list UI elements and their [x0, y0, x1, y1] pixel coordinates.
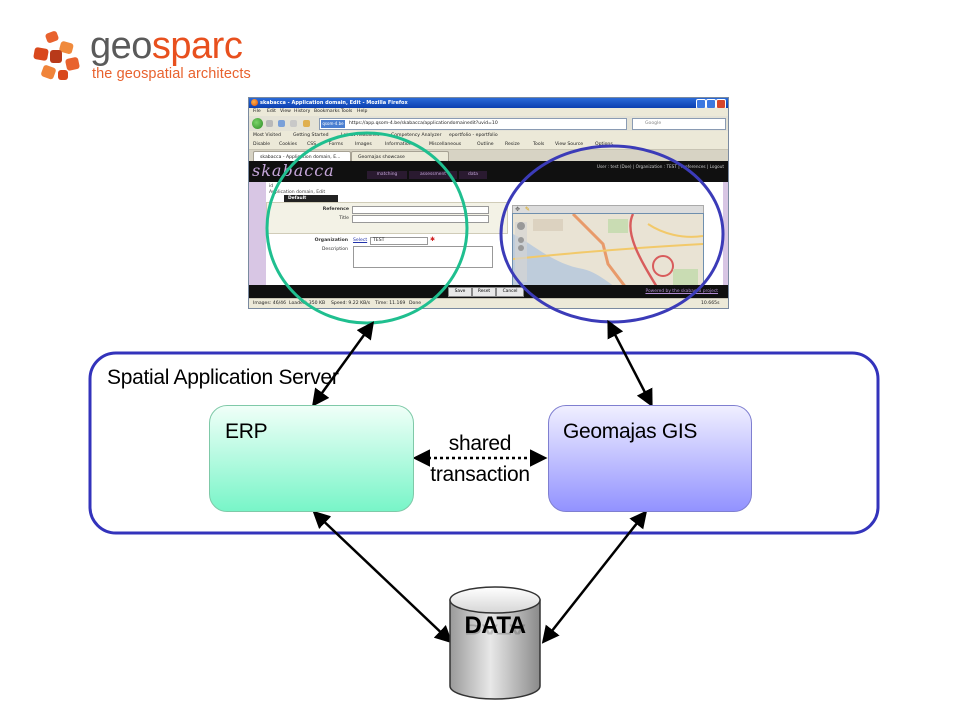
database-cylinder-icon: [449, 586, 541, 700]
arrow-ui-erp: [311, 321, 375, 407]
shared-line2: transaction: [430, 463, 530, 486]
shared-transaction-label: shared transaction: [412, 428, 548, 490]
gis-label: Geomajas GIS: [563, 420, 698, 443]
gis-highlight-circle: [499, 144, 725, 324]
erp-label: ERP: [225, 420, 268, 443]
arrow-ui-gis: [607, 319, 653, 408]
server-title: Spatial Application Server: [107, 366, 339, 389]
erp-box: ERP: [209, 405, 414, 512]
geomajas-gis-box: Geomajas GIS: [548, 405, 752, 512]
shared-line1: shared: [448, 432, 512, 455]
data-label-reflection: DATA: [464, 620, 526, 637]
erp-highlight-circle: [265, 131, 469, 325]
slide: geosparc the geospatial architects skaba…: [0, 0, 960, 720]
